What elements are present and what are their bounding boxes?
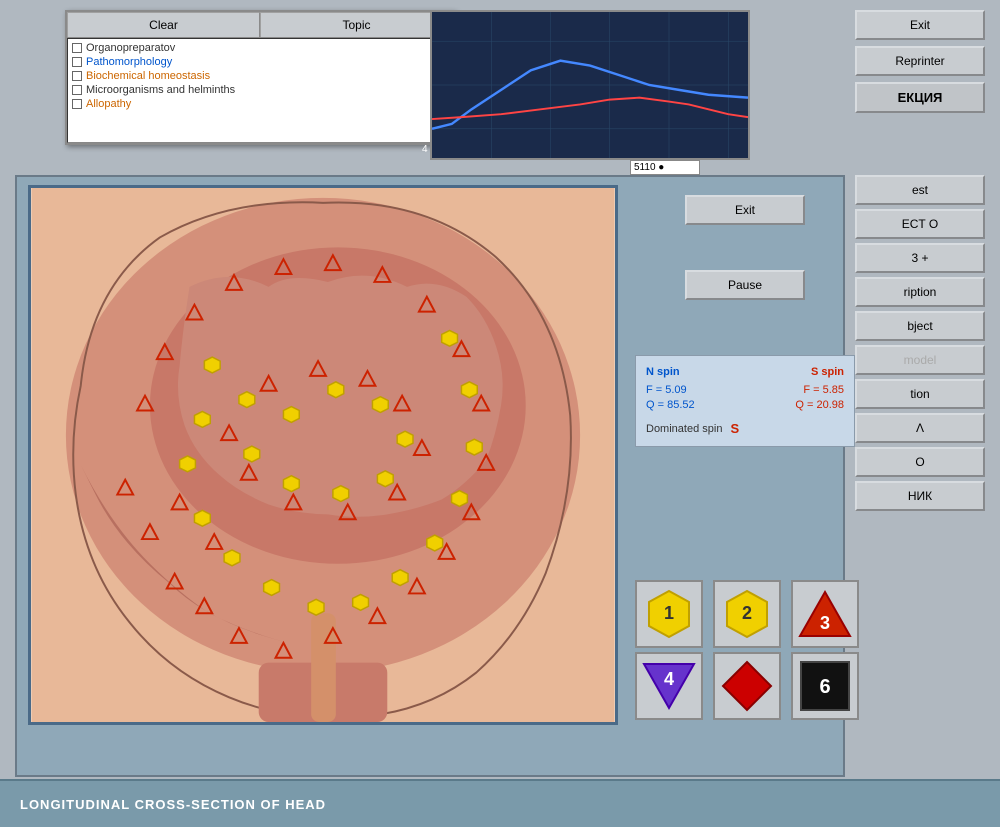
graph-dropdown[interactable]: 5110 ● bbox=[630, 160, 700, 175]
topic-label-0: Organopreparatov bbox=[86, 42, 175, 54]
s-spin-label: S spin bbox=[811, 366, 844, 378]
bottom-label: LONGITUDINAL CROSS-SECTION OF HEAD bbox=[20, 797, 326, 812]
topic-item-1[interactable]: Pathomorphology bbox=[70, 55, 450, 69]
s-f-value: F = 5.85 bbox=[803, 384, 844, 396]
action-button[interactable]: tion bbox=[855, 379, 985, 409]
exit-top-button[interactable]: Exit bbox=[855, 10, 985, 40]
dominated-label: Dominated spin bbox=[646, 423, 722, 435]
topic-checkbox-2[interactable] bbox=[72, 71, 82, 81]
nik-button[interactable]: НИК bbox=[855, 481, 985, 511]
plus3-button[interactable]: 3 + bbox=[855, 243, 985, 273]
reprinter-button[interactable]: Reprinter bbox=[855, 46, 985, 76]
topic-button[interactable]: Topic bbox=[260, 12, 453, 37]
test-button[interactable]: est bbox=[855, 175, 985, 205]
ecto-button[interactable]: ECT O bbox=[855, 209, 985, 239]
n-q-value: Q = 85.52 bbox=[646, 399, 695, 411]
dominated-value: S bbox=[730, 421, 739, 436]
brain-svg bbox=[31, 188, 615, 722]
exit-mid-button[interactable]: Exit bbox=[685, 195, 805, 225]
svg-text:2: 2 bbox=[742, 603, 752, 623]
n-spin-label: N spin bbox=[646, 366, 680, 378]
bottom-bar: LONGITUDINAL CROSS-SECTION OF HEAD bbox=[0, 779, 1000, 827]
right-side-panel: est ECT O 3 + ription bject model tion Λ… bbox=[855, 175, 985, 511]
topic-label-1: Pathomorphology bbox=[86, 56, 172, 68]
pause-area: Pause bbox=[635, 270, 855, 300]
graph-area bbox=[430, 10, 750, 160]
svg-text:6: 6 bbox=[819, 676, 830, 698]
y-label-4: 4 bbox=[422, 144, 440, 155]
topic-checkbox-3[interactable] bbox=[72, 85, 82, 95]
symbol-btn-2[interactable]: 2 bbox=[713, 580, 781, 648]
svg-text:1: 1 bbox=[664, 603, 674, 623]
model-button[interactable]: model bbox=[855, 345, 985, 375]
pause-button[interactable]: Pause bbox=[685, 270, 805, 300]
topic-window: Clear Topic Organopreparatov Pathomorphol… bbox=[65, 10, 455, 145]
topic-toolbar: Clear Topic bbox=[67, 12, 453, 38]
topic-label-4: Allopathy bbox=[86, 98, 131, 110]
topic-checkbox-0[interactable] bbox=[72, 43, 82, 53]
right-top-panel: Exit Reprinter ЕКЦИЯ bbox=[855, 10, 985, 113]
topic-item-0[interactable]: Organopreparatov bbox=[70, 41, 450, 55]
y-label-5: 5 bbox=[422, 105, 440, 116]
o-button[interactable]: О bbox=[855, 447, 985, 477]
symbol-btn-1[interactable]: 1 bbox=[635, 580, 703, 648]
y-label-6: 6 bbox=[422, 65, 440, 76]
svg-text:3: 3 bbox=[820, 613, 830, 633]
description-button[interactable]: ription bbox=[855, 277, 985, 307]
topic-item-4[interactable]: Allopathy bbox=[70, 97, 450, 111]
info-panel: N spin S spin F = 5.09 F = 5.85 Q = 85.5… bbox=[635, 355, 855, 447]
topic-checkbox-4[interactable] bbox=[72, 99, 82, 109]
topic-item-2[interactable]: Biochemical homeostasis bbox=[70, 69, 450, 83]
topic-item-3[interactable]: Microorganisms and helminths bbox=[70, 83, 450, 97]
lambda-button[interactable]: Λ bbox=[855, 413, 985, 443]
object-button[interactable]: bject bbox=[855, 311, 985, 341]
topic-list: Organopreparatov Pathomorphology Biochemic… bbox=[67, 38, 453, 143]
symbol-btn-6[interactable]: 6 bbox=[791, 652, 859, 720]
clear-button[interactable]: Clear bbox=[67, 12, 260, 37]
topic-checkbox-1[interactable] bbox=[72, 57, 82, 67]
exit-mid-area: Exit bbox=[640, 195, 850, 225]
graph-svg bbox=[432, 12, 748, 158]
symbol-panel: 1 2 3 4 6 bbox=[635, 580, 865, 720]
svg-text:4: 4 bbox=[664, 669, 674, 689]
topic-label-3: Microorganisms and helminths bbox=[86, 84, 235, 96]
topic-label-2: Biochemical homeostasis bbox=[86, 70, 210, 82]
symbol-btn-4[interactable]: 4 bbox=[635, 652, 703, 720]
graph-y-labels: 6 5 4 bbox=[422, 65, 440, 155]
brain-image-panel bbox=[28, 185, 618, 725]
n-f-value: F = 5.09 bbox=[646, 384, 687, 396]
section-button[interactable]: ЕКЦИЯ bbox=[855, 82, 985, 113]
symbol-btn-5[interactable] bbox=[713, 652, 781, 720]
s-q-value: Q = 20.98 bbox=[795, 399, 844, 411]
symbol-btn-3[interactable]: 3 bbox=[791, 580, 859, 648]
